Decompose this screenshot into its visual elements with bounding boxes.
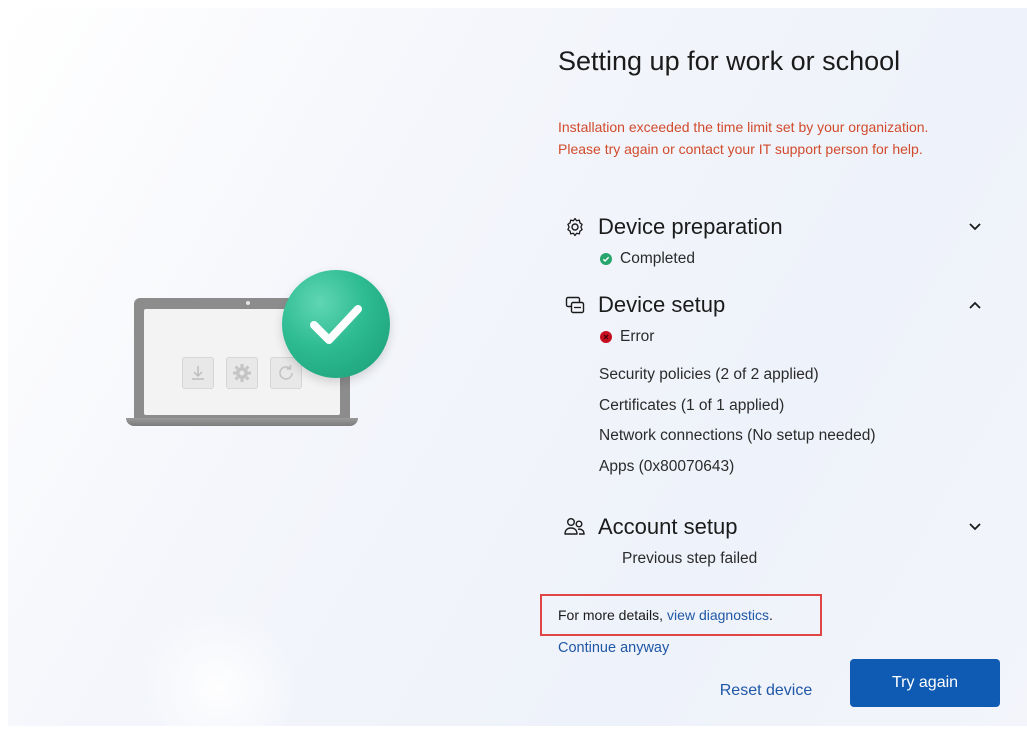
gear-icon: [564, 216, 586, 238]
status-text: Error: [620, 328, 655, 345]
success-check-icon: [600, 253, 612, 265]
substep-list: Security policies (2 of 2 applied) Certi…: [599, 366, 984, 488]
status-text: Completed: [620, 250, 695, 267]
section-title: Device setup: [598, 292, 726, 317]
substep-security-policies: Security policies (2 of 2 applied): [599, 366, 819, 383]
section-account-setup: Account setup Previous step failed: [564, 512, 984, 568]
device-setup-icon: [564, 294, 586, 316]
error-message-line-2: Please try again or contact your IT supp…: [558, 141, 923, 157]
status-text: Previous step failed: [622, 550, 758, 567]
settings-icon: [226, 357, 258, 389]
chevron-up-icon[interactable]: [966, 296, 984, 314]
view-diagnostics-link[interactable]: view diagnostics: [667, 607, 769, 623]
diagnostics-details-highlight: For more details, view diagnostics .: [540, 594, 822, 636]
substep-network-connections: Network connections (No setup needed): [599, 427, 876, 444]
error-message-line-1: Installation exceeded the time limit set…: [558, 119, 929, 135]
section-status: Error: [600, 328, 984, 346]
try-again-button[interactable]: Try again: [850, 659, 1000, 707]
background-glow: [138, 608, 298, 726]
section-status: Completed: [600, 250, 984, 268]
download-icon: [182, 357, 214, 389]
people-icon: [564, 516, 586, 538]
error-x-icon: [600, 331, 612, 343]
continue-anyway-link[interactable]: Continue anyway: [558, 640, 669, 656]
substep-apps: Apps (0x80070643): [599, 457, 735, 475]
details-suffix: .: [768, 607, 773, 623]
reset-device-button[interactable]: Reset device: [698, 672, 834, 710]
substep-certificates: Certificates (1 of 1 applied): [599, 396, 785, 414]
laptop-base: [126, 418, 358, 426]
chevron-down-icon[interactable]: [966, 518, 984, 536]
page-title: Setting up for work or school: [558, 46, 901, 76]
error-message: Installation exceeded the time limit set…: [558, 116, 1018, 160]
checkmark-badge-icon: [282, 270, 390, 378]
chevron-down-icon[interactable]: [966, 218, 984, 236]
section-device-setup: Device setup Error Security policies (2 …: [564, 290, 984, 488]
details-prefix: For more details,: [558, 607, 664, 623]
section-title: Device preparation: [598, 214, 783, 239]
section-title: Account setup: [598, 514, 738, 539]
setup-window: Setting up for work or school Installati…: [8, 8, 1027, 726]
section-header[interactable]: Account setup: [564, 512, 984, 542]
section-device-preparation: Device preparation Completed: [564, 212, 984, 268]
section-header[interactable]: Device setup: [564, 290, 984, 320]
section-status: Previous step failed: [622, 550, 984, 568]
section-header[interactable]: Device preparation: [564, 212, 984, 242]
laptop-camera: [246, 301, 250, 305]
